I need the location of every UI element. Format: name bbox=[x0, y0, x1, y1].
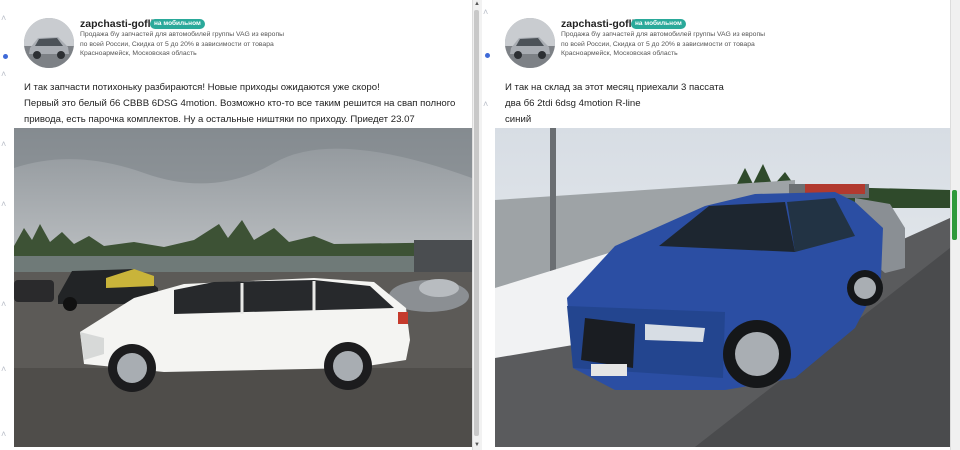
left-rail: ˄ ˄ ˄ ˄ ˄ ˄ ˄ bbox=[0, 0, 12, 450]
post-panel-left: ˄ ˄ ˄ ˄ ˄ ˄ ˄ zapchasti-goflik на мобиль… bbox=[0, 0, 480, 450]
post-text-line: два б6 2tdi 6dsg 4motion R-line bbox=[505, 98, 641, 109]
description-line: Красноармейск, Московская область bbox=[80, 50, 197, 58]
post-text-line: И так на склад за этот месяц приехали 3 … bbox=[505, 82, 724, 93]
chevron-up-icon[interactable]: ˄ bbox=[1, 14, 6, 23]
status-badge: на мобильном bbox=[631, 19, 686, 29]
description-line: по всей России, Скидка от 5 до 20% в зав… bbox=[80, 40, 274, 48]
scrollbar-thumb[interactable] bbox=[952, 190, 957, 240]
author-description: Продажа б\у запчастей для автомобилей гр… bbox=[561, 30, 765, 59]
post-text-line: Первый это белый б6 CBBB 6DSG 4motion. В… bbox=[24, 98, 456, 109]
active-dot-icon bbox=[485, 53, 490, 58]
post-text: И так запчасти потихоньку разбираются! Н… bbox=[24, 80, 455, 128]
scrollbar-left[interactable]: ▲ ▼ bbox=[472, 0, 480, 450]
chevron-up-icon[interactable]: ˄ bbox=[483, 8, 488, 17]
author-description: Продажа б\у запчастей для автомобилей гр… bbox=[80, 30, 284, 59]
post-photo[interactable] bbox=[14, 128, 472, 447]
scroll-up-arrow-icon[interactable]: ▲ bbox=[473, 0, 480, 8]
chevron-up-icon[interactable]: ˄ bbox=[1, 140, 6, 149]
post-text: И так на склад за этот месяц приехали 3 … bbox=[505, 80, 724, 128]
chevron-up-icon[interactable]: ˄ bbox=[483, 100, 488, 109]
description-line: Продажа б\у запчастей для автомобилей гр… bbox=[561, 31, 766, 38]
chevron-up-icon[interactable]: ˄ bbox=[1, 300, 6, 309]
post-text-line: И так запчасти потихоньку разбираются! Н… bbox=[24, 82, 380, 93]
description-line: по всей России, Скидка от 5 до 20% в зав… bbox=[561, 40, 755, 48]
right-rail: ˄ ˄ bbox=[482, 0, 494, 450]
scroll-down-arrow-icon[interactable]: ▼ bbox=[473, 441, 480, 449]
chevron-up-icon[interactable]: ˄ bbox=[1, 200, 6, 209]
scrollbar-right[interactable] bbox=[950, 0, 960, 450]
active-dot-icon bbox=[3, 54, 8, 59]
post-card: zapchasti-goflik на мобильном Продажа б\… bbox=[495, 0, 950, 450]
avatar[interactable] bbox=[505, 18, 555, 68]
author-name[interactable]: zapchasti-goflik bbox=[80, 18, 159, 30]
post-text-line: привода, есть парочка комплектов. Ну а о… bbox=[24, 114, 415, 125]
status-badge: на мобильном bbox=[150, 19, 205, 29]
post-text-line: синий bbox=[505, 114, 532, 125]
chevron-up-icon[interactable]: ˄ bbox=[1, 430, 6, 439]
description-line: Красноармейск, Московская область bbox=[561, 50, 678, 58]
post-panel-right: ˄ ˄ zapchasti-goflik на мобильном Продаж… bbox=[482, 0, 960, 450]
scrollbar-thumb[interactable] bbox=[474, 10, 479, 436]
author-name[interactable]: zapchasti-goflik bbox=[561, 18, 640, 30]
chevron-up-icon[interactable]: ˄ bbox=[1, 365, 6, 374]
post-photo[interactable] bbox=[495, 128, 950, 447]
chevron-up-icon[interactable]: ˄ bbox=[1, 70, 6, 79]
post-card: zapchasti-goflik на мобильном Продажа б\… bbox=[14, 0, 472, 450]
description-line: Продажа б\у запчастей для автомобилей гр… bbox=[80, 31, 285, 38]
avatar[interactable] bbox=[24, 18, 74, 68]
